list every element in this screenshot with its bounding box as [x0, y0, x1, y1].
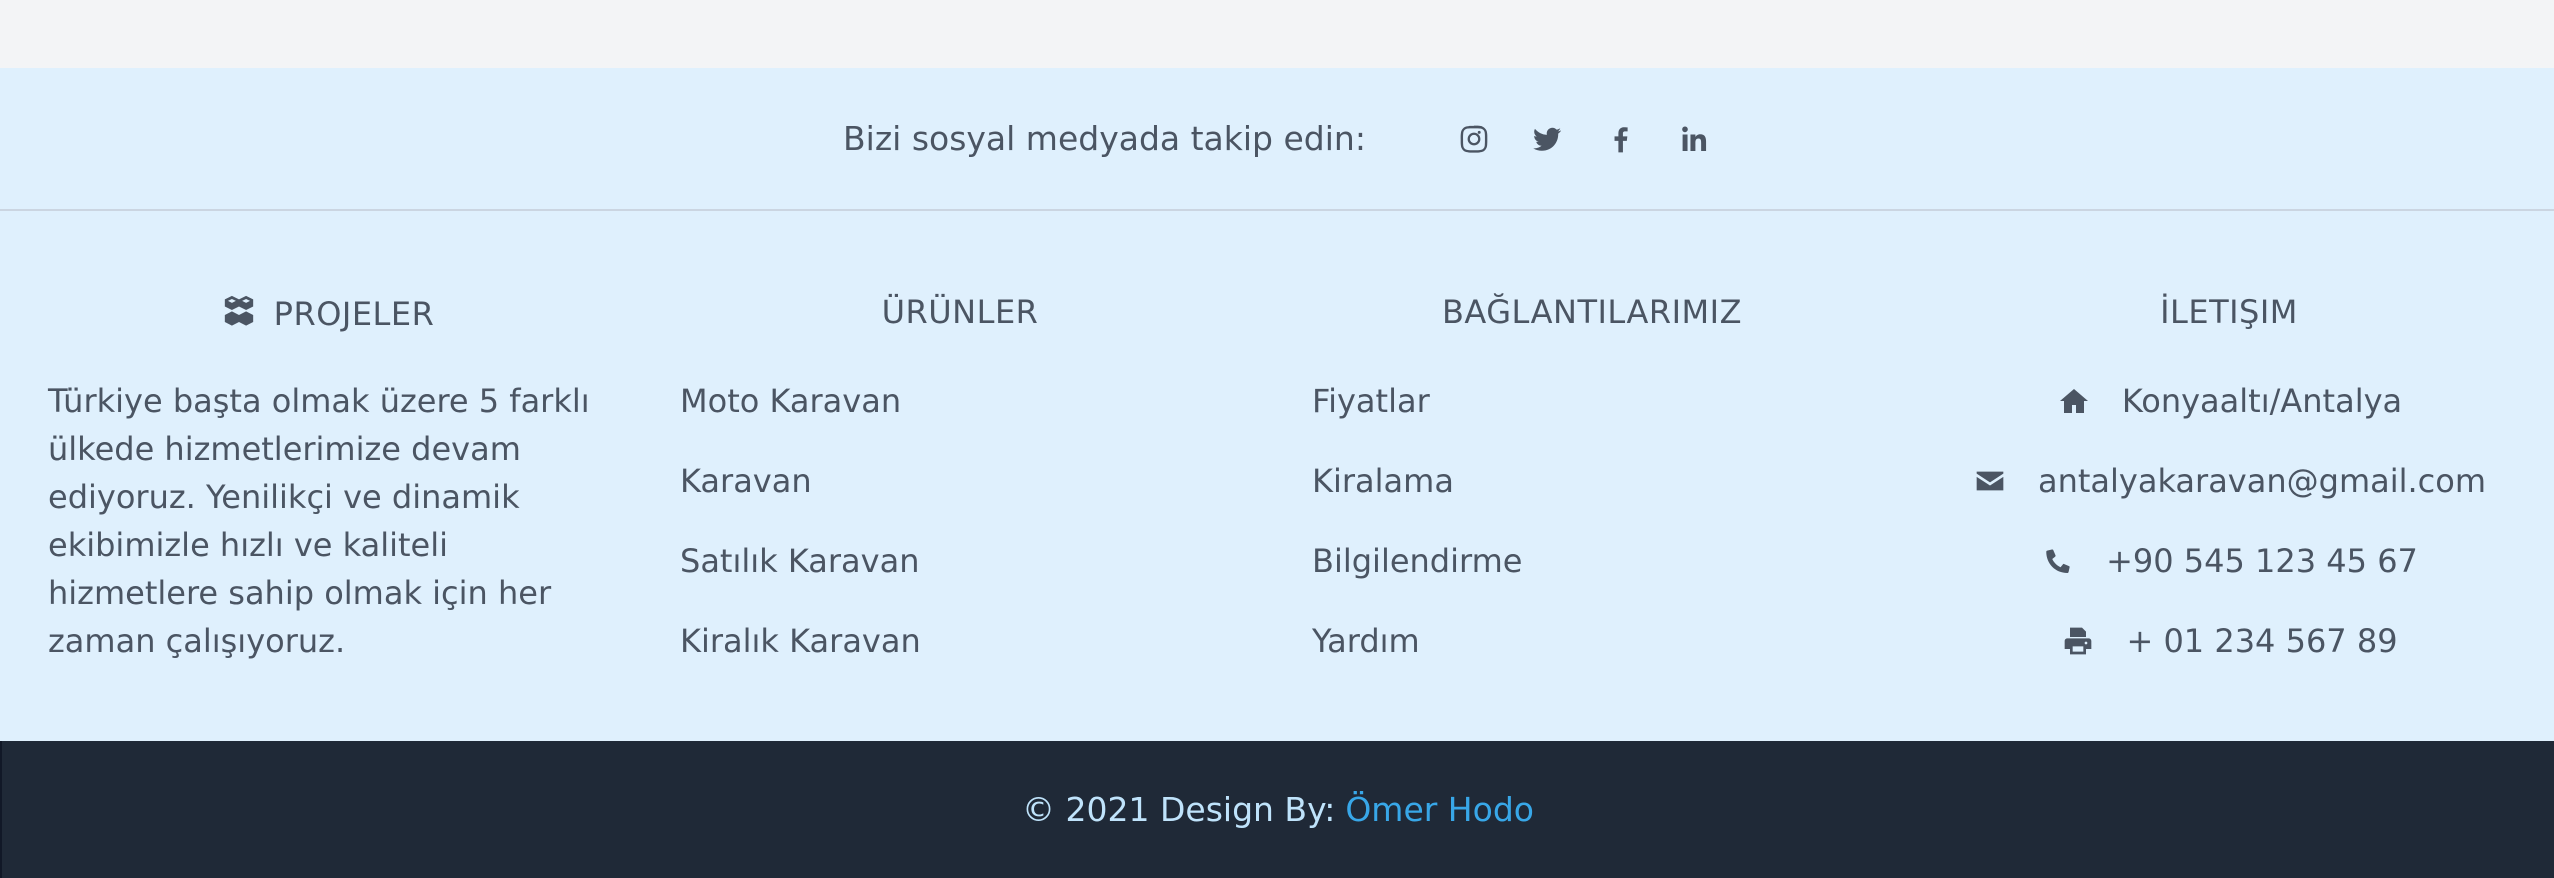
contact-email-text[interactable]: antalyakaravan@gmail.com: [2038, 457, 2486, 505]
link-fiyatlar[interactable]: Fiyatlar: [1312, 377, 1522, 457]
instagram-icon[interactable]: [1456, 121, 1492, 157]
contact-fax: + 01 234 567 89: [1944, 617, 2514, 697]
author-link[interactable]: Ömer Hodo: [1345, 790, 1534, 829]
link-bilgilendirme[interactable]: Bilgilendirme: [1312, 537, 1522, 617]
contact-address: Konyaaltı/Antalya: [1944, 377, 2514, 457]
contact-phone-text[interactable]: +90 545 123 45 67: [2106, 537, 2418, 585]
products-heading: ÜRÜNLER: [881, 293, 1039, 331]
link-kiralama[interactable]: Kiralama: [1312, 457, 1522, 537]
phone-icon: [2040, 543, 2076, 579]
contact-list: Konyaaltı/Antalya antalyakaravan@gmail.c…: [1944, 377, 2514, 697]
copyright-text: © 2021 Design By:: [1022, 790, 1336, 829]
links-list: Fiyatlar Kiralama Bilgilendirme Yardım: [1312, 377, 1522, 697]
products-list: Moto Karavan Karavan Satılık Karavan Kir…: [680, 377, 921, 697]
product-link-satilik-karavan[interactable]: Satılık Karavan: [680, 537, 921, 617]
twitter-icon[interactable]: [1529, 121, 1565, 157]
product-link-karavan[interactable]: Karavan: [680, 457, 921, 537]
facebook-icon[interactable]: [1602, 121, 1638, 157]
link-yardim[interactable]: Yardım: [1312, 617, 1522, 697]
home-icon: [2056, 383, 2092, 419]
print-icon: [2060, 623, 2096, 659]
contact-heading: İLETIŞIM: [2160, 293, 2298, 331]
contact-fax-text: + 01 234 567 89: [2126, 622, 2398, 660]
contact-email[interactable]: antalyakaravan@gmail.com: [1944, 457, 2514, 537]
social-follow-text: Bizi sosyal medyada takip edin:: [843, 119, 1366, 158]
social-bar: Bizi sosyal medyada takip edin:: [0, 68, 2554, 211]
product-link-kiralik-karavan[interactable]: Kiralık Karavan: [680, 617, 921, 697]
projects-description: Türkiye başta olmak üzere 5 farklı ülked…: [48, 382, 590, 660]
contact-address-text: Konyaaltı/Antalya: [2121, 382, 2403, 420]
envelope-icon: [1972, 463, 2008, 499]
footer-main: PROJELER Türkiye başta olmak üzere 5 far…: [0, 211, 2554, 741]
contact-phone[interactable]: +90 545 123 45 67: [1944, 537, 2514, 617]
social-icons: [1456, 121, 1711, 157]
projects-heading: PROJELER: [48, 293, 608, 335]
links-heading: BAĞLANTILARIMIZ: [1441, 293, 1743, 331]
linkedin-icon[interactable]: [1675, 121, 1711, 157]
cubes-icon: [222, 293, 256, 335]
page-content-end: [0, 0, 2554, 68]
copyright-bar: © 2021 Design By: Ömer Hodo: [0, 741, 2554, 878]
product-link-moto-karavan[interactable]: Moto Karavan: [680, 377, 921, 457]
projects-heading-text: PROJELER: [273, 295, 435, 333]
